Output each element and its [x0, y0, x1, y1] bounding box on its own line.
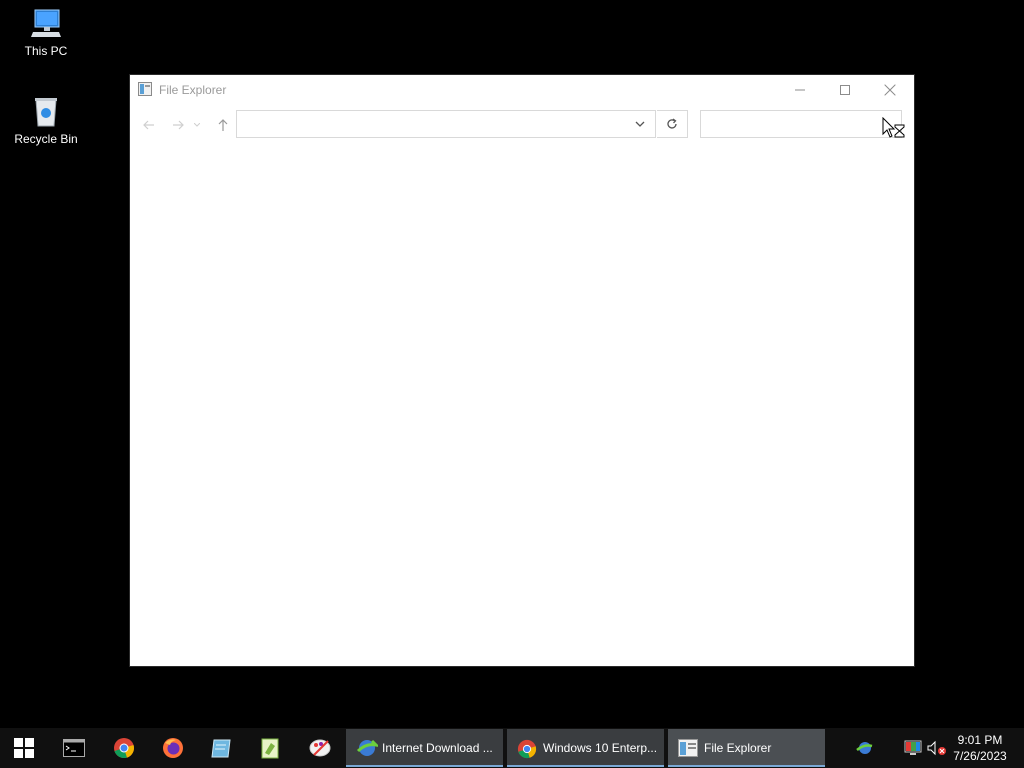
paint-icon [309, 739, 331, 757]
explorer-icon [678, 739, 698, 757]
close-icon [884, 84, 895, 95]
maximize-button[interactable] [822, 75, 867, 104]
file-explorer-window: File Explorer [130, 75, 914, 666]
forward-button[interactable] [167, 110, 189, 140]
taskbar-terminal[interactable] [50, 728, 98, 768]
idm-icon [356, 739, 378, 756]
desktop-icon-label: Recycle Bin [14, 132, 78, 146]
taskbar-chrome[interactable] [100, 728, 148, 768]
desktop-icon-label: This PC [24, 44, 68, 58]
busy-cursor-icon [882, 117, 905, 138]
content-area [130, 147, 914, 666]
firefox-icon [163, 738, 183, 758]
recent-locations-button[interactable] [191, 110, 203, 140]
address-dropdown-button[interactable] [625, 111, 655, 137]
chevron-down-icon [194, 123, 200, 127]
desktop-icon-this-pc[interactable]: This PC [6, 8, 86, 58]
start-button[interactable] [0, 728, 48, 768]
arrow-up-icon [218, 119, 228, 131]
maximize-icon [839, 84, 850, 95]
color-display-icon [904, 740, 922, 755]
chrome-icon [517, 739, 537, 759]
explorer-app-icon [138, 82, 152, 96]
taskbar: Internet Download ... Windows 10 Enterp.… [0, 728, 1024, 768]
chevron-down-icon [635, 121, 645, 127]
notepad-icon [211, 739, 231, 758]
taskbar-button-label: Windows 10 Enterp... [543, 741, 658, 755]
windows-logo-icon [14, 738, 34, 758]
refresh-button[interactable] [657, 110, 688, 138]
taskbar-button-chrome-window[interactable]: Windows 10 Enterp... [507, 729, 664, 767]
idm-tray-icon [856, 742, 873, 754]
clock-time: 9:01 PM [957, 733, 1003, 747]
chrome-icon [114, 738, 134, 759]
desktop-icon-recycle-bin[interactable]: Recycle Bin [6, 96, 86, 146]
clock-date: 7/26/2023 [953, 749, 1007, 763]
taskbar-button-file-explorer[interactable]: File Explorer [668, 729, 825, 767]
taskbar-paint[interactable] [296, 728, 344, 768]
up-button[interactable] [212, 110, 234, 140]
title-bar[interactable]: File Explorer [130, 75, 914, 104]
system-clock[interactable]: 9:01 PM 7/26/2023 [944, 732, 1016, 764]
recycle-bin-icon [35, 98, 57, 127]
minimize-icon [794, 89, 805, 90]
refresh-icon [667, 118, 677, 129]
minimize-button[interactable] [777, 75, 822, 104]
window-title: File Explorer [159, 83, 227, 97]
tray-idm[interactable] [852, 728, 878, 768]
back-button[interactable] [138, 110, 160, 140]
arrow-right-icon [173, 120, 184, 130]
address-bar[interactable] [236, 110, 656, 138]
taskbar-notepad[interactable] [197, 728, 245, 768]
computer-icon [31, 9, 61, 37]
taskbar-editor[interactable] [246, 728, 294, 768]
terminal-icon [63, 739, 85, 757]
close-button[interactable] [867, 75, 912, 104]
tray-display[interactable] [900, 728, 926, 768]
taskbar-button-internet-download-manager[interactable]: Internet Download ... [346, 729, 503, 767]
notepad-plus-icon [261, 738, 279, 759]
navigation-bar [130, 110, 914, 140]
taskbar-button-label: Internet Download ... [382, 741, 493, 755]
taskbar-button-label: File Explorer [704, 741, 772, 755]
search-box[interactable] [700, 110, 902, 138]
taskbar-firefox[interactable] [149, 728, 197, 768]
arrow-left-icon [143, 120, 154, 130]
